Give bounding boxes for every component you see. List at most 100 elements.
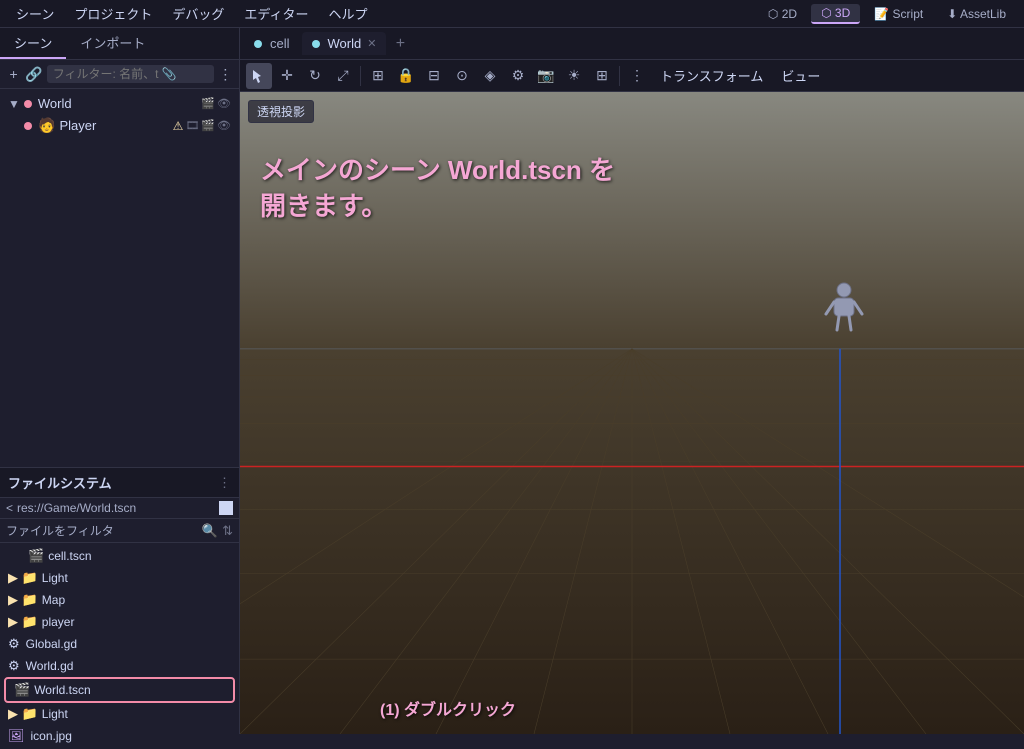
snap-button[interactable]: ⊞	[365, 63, 391, 89]
viewport-toolbar: ✛ ↻ ⤢ ⊞ 🔒 ⊟ ⊙ ◈ ⚙ 📷 ☀ ⊞ ⋮ トランスフォーム ビュー	[240, 60, 1024, 92]
menu-debug[interactable]: デバッグ	[164, 1, 232, 26]
script-icon: 📝	[874, 7, 889, 21]
tab-cell-label: cell	[270, 36, 290, 51]
viewport-canvas: 透視投影 メインのシーン World.tscn を 開きます。 (1) ダブルク…	[240, 92, 1024, 734]
player-camera-icon: 🎬	[201, 119, 215, 133]
fs-label-player: player	[42, 615, 75, 629]
view-label: ビュー	[773, 64, 828, 87]
move-tool-button[interactable]: ✛	[274, 63, 300, 89]
tab-scene[interactable]: シーン	[0, 28, 66, 59]
group-button[interactable]: ⊟	[421, 63, 447, 89]
left-panel: シーン インポート + 🔗 ⋮ ▼ World 🎬 👁	[0, 28, 240, 734]
scene-panel-tabs: シーン インポート	[0, 28, 239, 60]
rotate-tool-button[interactable]: ↻	[302, 63, 328, 89]
grid-button[interactable]: ⊞	[589, 63, 615, 89]
add-node-button[interactable]: +	[6, 63, 21, 85]
player-actions: ⚠ 🎞 🎬 👁	[173, 119, 231, 133]
extra-options-button[interactable]: ⋮	[624, 63, 650, 89]
world-actions: 🎬 👁	[201, 97, 231, 110]
fs-item-light2[interactable]: ▶ 📁 Light	[0, 703, 239, 725]
world-label: World	[38, 96, 197, 111]
toolbar-sep-2	[619, 66, 620, 86]
fs-item-globalgd[interactable]: ⚙ Global.gd	[0, 633, 239, 655]
fs-item-player[interactable]: ▶ 📁 player	[0, 611, 239, 633]
tab-world[interactable]: World ✕	[302, 32, 387, 55]
tab-world-dot	[312, 40, 320, 48]
mode-2d-icon: ⬡	[768, 7, 778, 21]
fs-label-map: Map	[42, 593, 65, 607]
fs-item-iconjpg[interactable]: 🖼 icon.jpg	[0, 725, 239, 747]
filesystem-tree: 🎬 cell.tscn ▶ 📁 Light ▶ 📁 Map ▶ 📁 player	[0, 543, 239, 749]
fs-item-map[interactable]: ▶ 📁 Map	[0, 589, 239, 611]
filesystem-options-button[interactable]: ⋮	[218, 475, 231, 491]
player-label: Player	[59, 118, 168, 133]
tab-cell[interactable]: cell	[244, 32, 300, 55]
link-button[interactable]: 🔗	[25, 63, 42, 85]
skeleton-button[interactable]: ⊙	[449, 63, 475, 89]
fs-back-icon[interactable]: <	[6, 501, 13, 515]
tab-world-close-button[interactable]: ✕	[367, 37, 376, 50]
scene-toolbar: + 🔗 ⋮	[0, 60, 239, 89]
viewport-grid	[240, 92, 1024, 734]
world-dot-icon	[24, 100, 32, 108]
mode-buttons: ⬡ 2D ⬡ 3D 📝 Script ⬇ AssetLib	[758, 4, 1016, 24]
warning-icon: ⚠	[173, 119, 184, 133]
filesystem-title: ファイルシステム	[8, 473, 112, 492]
fs-scene-icon-cell: 🎬	[28, 548, 44, 564]
fs-item-worldtscn[interactable]: 🎬 World.tscn	[4, 677, 235, 703]
tab-cell-dot	[254, 40, 262, 48]
tab-world-label: World	[328, 36, 362, 51]
filesystem-path: < res://Game/World.tscn	[0, 498, 239, 519]
mode-3d-button[interactable]: ⬡ 3D	[811, 4, 860, 24]
fs-folder-icon-map: ▶ 📁	[8, 592, 38, 608]
fs-filter-sort-icon[interactable]: ⇅	[222, 523, 233, 539]
editor-tabs: cell World ✕ +	[240, 28, 1024, 60]
fs-folder-icon-light2: ▶ 📁	[8, 706, 38, 722]
mode-2d-button[interactable]: ⬡ 2D	[758, 5, 807, 23]
fs-label-globalgd: Global.gd	[26, 637, 77, 651]
menu-project[interactable]: プロジェクト	[66, 1, 160, 26]
fs-item-cell[interactable]: 🎬 cell.tscn	[0, 545, 239, 567]
fs-folder-icon-light: ▶ 📁	[8, 570, 38, 586]
fs-label-light2: Light	[42, 707, 68, 721]
tree-item-player[interactable]: 🧑 Player ⚠ 🎞 🎬 👁	[0, 114, 239, 137]
script-button[interactable]: 📝 Script	[864, 5, 933, 23]
player-viewport-icon	[824, 282, 864, 340]
assetlib-button[interactable]: ⬇ AssetLib	[937, 5, 1016, 23]
tree-item-world[interactable]: ▼ World 🎬 👁	[0, 93, 239, 114]
menu-scene[interactable]: シーン	[8, 1, 62, 26]
main-layout: シーン インポート + 🔗 ⋮ ▼ World 🎬 👁	[0, 28, 1024, 734]
dblclick-annotation: (1) ダブルクリック	[380, 696, 516, 720]
tab-import[interactable]: インポート	[66, 28, 159, 59]
player-person-icon: 🧑	[38, 117, 55, 134]
fs-label-worldtscn: World.tscn	[34, 683, 90, 697]
scene-filter-input[interactable]	[47, 65, 214, 83]
world-eye-icon: 👁	[217, 97, 231, 110]
toolbar-sep-1	[360, 66, 361, 86]
fs-item-light[interactable]: ▶ 📁 Light	[0, 567, 239, 589]
mode-3d-icon: ⬡	[821, 6, 831, 20]
scene-tree: ▼ World 🎬 👁 🧑 Player ⚠ 🎞 🎬	[0, 89, 239, 467]
fs-label-iconjpg: icon.jpg	[31, 729, 72, 743]
fs-label-cell: cell.tscn	[48, 549, 91, 563]
fs-item-worldgd[interactable]: ⚙ World.gd	[0, 655, 239, 677]
camera-button[interactable]: 📷	[533, 63, 559, 89]
assetlib-icon: ⬇	[947, 7, 957, 21]
fs-folder-icon-player: ▶ 📁	[8, 614, 38, 630]
mesh-button[interactable]: ◈	[477, 63, 503, 89]
filesystem-filter: ファイルをフィルタ 🔍 ⇅	[0, 519, 239, 543]
gizmo-button[interactable]: ⚙	[505, 63, 531, 89]
fs-label-worldgd: World.gd	[26, 659, 74, 673]
player-eye-icon: 👁	[217, 119, 231, 133]
sun-button[interactable]: ☀	[561, 63, 587, 89]
scale-tool-button[interactable]: ⤢	[330, 63, 356, 89]
menu-help[interactable]: ヘルプ	[320, 1, 375, 26]
select-tool-button[interactable]	[246, 63, 272, 89]
filter-options-button[interactable]: ⋮	[218, 63, 233, 85]
transform-label: トランスフォーム	[652, 64, 771, 87]
menu-editor[interactable]: エディター	[236, 1, 316, 26]
add-tab-button[interactable]: +	[388, 32, 412, 56]
fs-path-text: res://Game/World.tscn	[17, 501, 215, 515]
fs-filter-search-icon[interactable]: 🔍	[202, 523, 218, 539]
lock-button[interactable]: 🔒	[393, 63, 419, 89]
